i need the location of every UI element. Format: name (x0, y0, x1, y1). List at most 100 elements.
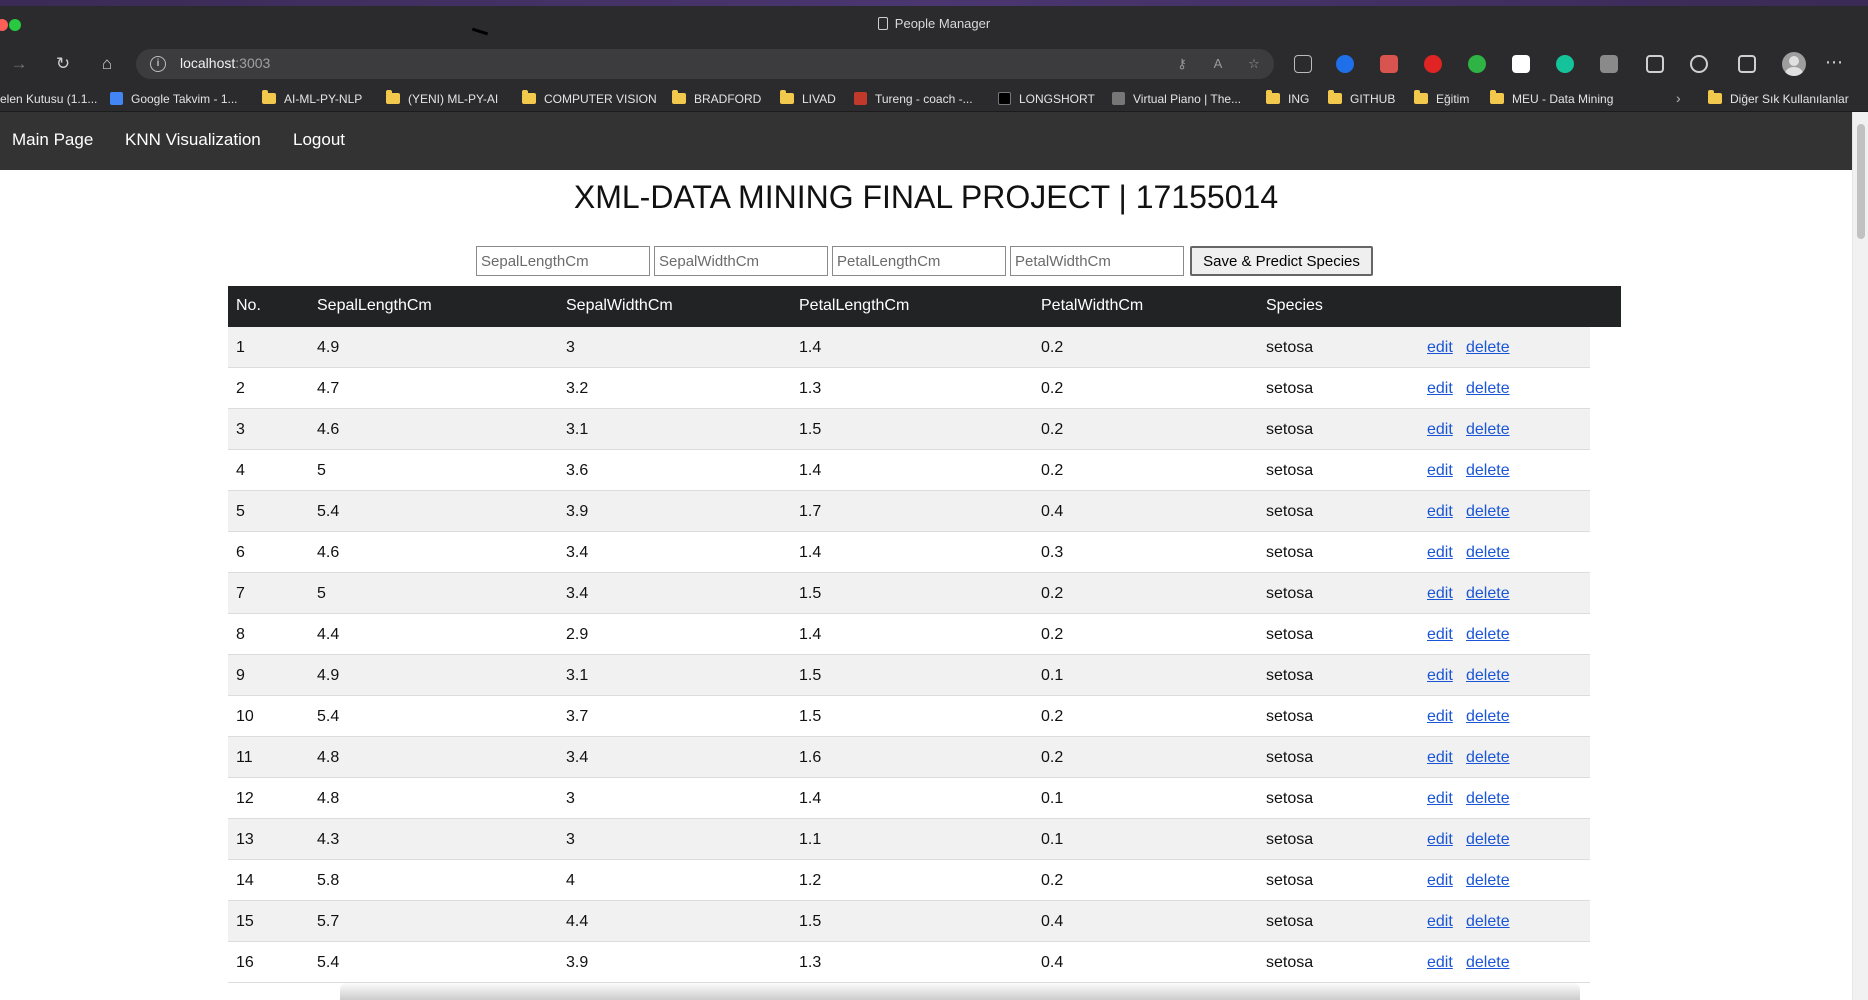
tureng-icon (854, 92, 867, 105)
page-scrollbar[interactable] (1852, 112, 1868, 1000)
delete-link[interactable]: delete (1466, 339, 1510, 357)
read-aloud-icon[interactable]: A (1210, 56, 1226, 72)
row-number: 7 (236, 585, 245, 602)
sepal-length-input[interactable] (476, 246, 650, 276)
bookmark-folder[interactable]: LIVAD (780, 90, 836, 108)
bookmark-item[interactable]: Tureng - coach -... (854, 90, 973, 108)
bookmarks-overflow-chevron-icon[interactable]: › (1676, 90, 1681, 106)
bookmark-item[interactable]: LONGSHORT (998, 90, 1095, 108)
edit-link[interactable]: edit (1427, 831, 1453, 849)
extension-icon[interactable] (1294, 55, 1312, 73)
screen-capture-icon[interactable] (1646, 55, 1664, 73)
collections-icon[interactable] (1738, 55, 1756, 73)
home-icon[interactable]: ⌂ (94, 51, 120, 77)
edit-link[interactable]: edit (1427, 872, 1453, 890)
delete-link[interactable]: delete (1466, 421, 1510, 439)
petal-width-cell: 0.1 (1041, 667, 1064, 684)
forward-icon[interactable]: → (6, 51, 32, 77)
petal-width-cell: 0.2 (1041, 626, 1064, 643)
edit-link[interactable]: edit (1427, 380, 1453, 398)
delete-link[interactable]: delete (1466, 380, 1510, 398)
bookmark-folder[interactable]: AI-ML-PY-NLP (262, 90, 362, 108)
extensions-puzzle-icon[interactable] (1690, 55, 1708, 73)
bookmark-folder[interactable]: MEU - Data Mining (1490, 90, 1613, 108)
bookmark-folder[interactable]: Diğer Sık Kullanılanlar (1708, 90, 1849, 108)
edit-link[interactable]: edit (1427, 544, 1453, 562)
delete-link[interactable]: delete (1466, 708, 1510, 726)
petal-length-cell: 1.4 (799, 339, 822, 356)
bookmark-folder[interactable]: COMPUTER VISION (522, 90, 657, 108)
address-bar[interactable]: i localhost:3003 ⚷ A ☆ (136, 49, 1274, 79)
bookmark-item[interactable]: Google Takvim - 1... (110, 90, 238, 108)
row-number: 16 (236, 954, 254, 971)
delete-link[interactable]: delete (1466, 544, 1510, 562)
url-text[interactable]: localhost:3003 (180, 55, 270, 71)
edit-link[interactable]: edit (1427, 421, 1453, 439)
edit-link[interactable]: edit (1427, 462, 1453, 480)
bookmark-folder[interactable]: BRADFORD (672, 90, 761, 108)
reload-icon[interactable]: ↻ (50, 51, 76, 77)
delete-link[interactable]: delete (1466, 954, 1510, 972)
edit-link[interactable]: edit (1427, 913, 1453, 931)
delete-link[interactable]: delete (1466, 831, 1510, 849)
delete-link[interactable]: delete (1466, 503, 1510, 521)
edit-link[interactable]: edit (1427, 954, 1453, 972)
extension-icon[interactable] (1424, 55, 1442, 73)
petal-width-cell: 0.4 (1041, 503, 1064, 520)
extension-icon[interactable] (1600, 55, 1618, 73)
scrollbar-thumb[interactable] (1857, 124, 1865, 239)
sepal-width-input[interactable] (654, 246, 828, 276)
edit-link[interactable]: edit (1427, 339, 1453, 357)
info-icon[interactable]: i (150, 56, 166, 72)
column-header-species: Species (1266, 297, 1323, 314)
extension-icon[interactable] (1512, 55, 1530, 73)
extension-icon[interactable] (1468, 55, 1486, 73)
delete-link[interactable]: delete (1466, 626, 1510, 644)
key-icon[interactable]: ⚷ (1174, 56, 1190, 72)
bookmark-folder[interactable]: ING (1266, 90, 1309, 108)
extension-icon[interactable] (1380, 55, 1398, 73)
profile-avatar[interactable] (1782, 52, 1806, 76)
row-number: 9 (236, 667, 245, 684)
delete-link[interactable]: delete (1466, 749, 1510, 767)
petal-width-input[interactable] (1010, 246, 1184, 276)
petal-length-input[interactable] (832, 246, 1006, 276)
save-predict-button[interactable]: Save & Predict Species (1190, 246, 1373, 276)
delete-link[interactable]: delete (1466, 667, 1510, 685)
sepal-width-cell: 3 (566, 790, 575, 807)
bookmark-folder[interactable]: (YENI) ML-PY-AI (386, 90, 498, 108)
nav-knn-visualization-link[interactable]: KNN Visualization (125, 130, 261, 150)
nav-main-page-link[interactable]: Main Page (12, 130, 93, 150)
grammar-extension-icon[interactable] (1556, 55, 1574, 73)
species-cell: setosa (1266, 831, 1314, 848)
delete-link[interactable]: delete (1466, 913, 1510, 931)
delete-link[interactable]: delete (1466, 585, 1510, 603)
species-cell: setosa (1266, 626, 1314, 643)
extension-icon[interactable] (1336, 55, 1354, 73)
edit-link[interactable]: edit (1427, 667, 1453, 685)
edit-link[interactable]: edit (1427, 708, 1453, 726)
delete-link[interactable]: delete (1466, 872, 1510, 890)
favorite-icon[interactable]: ☆ (1246, 56, 1262, 72)
petal-width-cell: 0.4 (1041, 954, 1064, 971)
delete-link[interactable]: delete (1466, 790, 1510, 808)
table-row: 11 4.8 3.4 1.6 0.2 setosa edit delete (228, 737, 1590, 778)
table-row: 1 4.9 3 1.4 0.2 setosa edit delete (228, 327, 1590, 368)
edit-link[interactable]: edit (1427, 790, 1453, 808)
bookmark-item[interactable]: elen Kutusu (1.1... (0, 90, 97, 108)
species-cell: setosa (1266, 913, 1314, 930)
table-row: 15 5.7 4.4 1.5 0.4 setosa edit delete (228, 901, 1590, 942)
more-options-icon[interactable]: ⋯ (1825, 52, 1844, 73)
edit-link[interactable]: edit (1427, 626, 1453, 644)
edit-link[interactable]: edit (1427, 503, 1453, 521)
bookmark-folder[interactable]: GITHUB (1328, 90, 1395, 108)
nav-logout-link[interactable]: Logout (293, 130, 345, 150)
species-cell: setosa (1266, 544, 1314, 561)
delete-link[interactable]: delete (1466, 462, 1510, 480)
folder-icon (522, 90, 536, 104)
edit-link[interactable]: edit (1427, 749, 1453, 767)
bookmark-label: Virtual Piano | The... (1133, 92, 1242, 106)
edit-link[interactable]: edit (1427, 585, 1453, 603)
bookmark-folder[interactable]: Eğitim (1414, 90, 1469, 108)
bookmark-item[interactable]: Virtual Piano | The... (1112, 90, 1241, 108)
